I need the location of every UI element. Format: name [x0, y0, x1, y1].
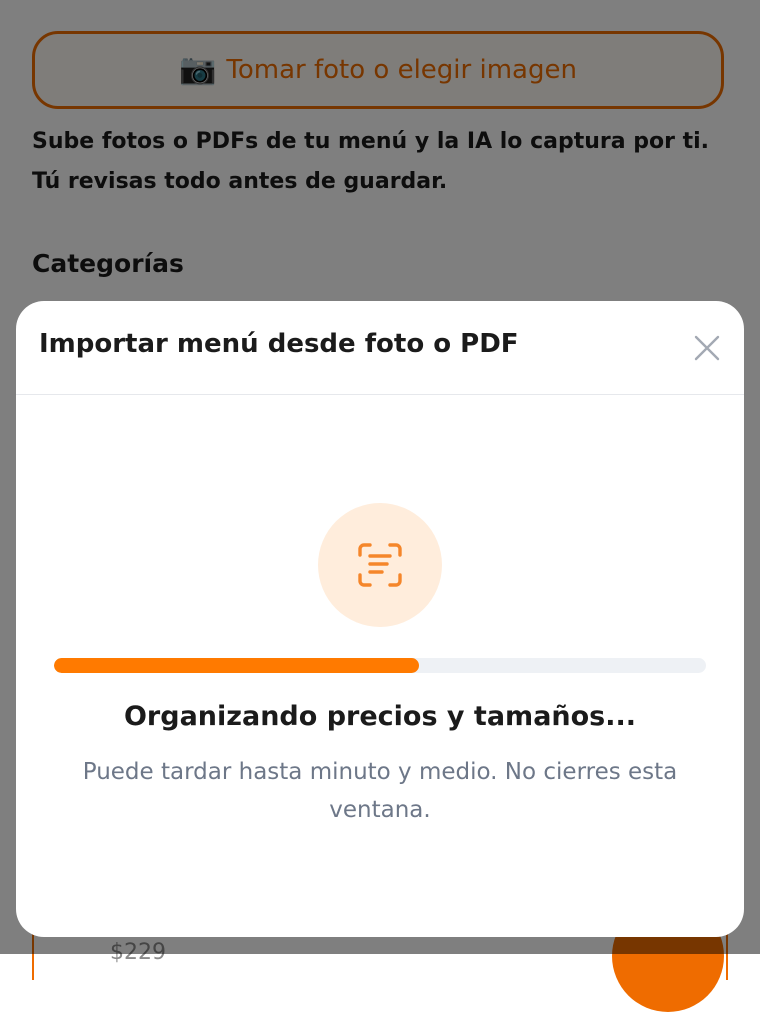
import-progress-fill — [54, 658, 420, 673]
scan-badge — [318, 503, 442, 627]
status-subtitle: Puede tardar hasta minuto y medio. No ci… — [82, 759, 678, 823]
status-title: Organizando precios y tamaños... — [123, 701, 637, 732]
modal-header: Importar menú desde foto o PDF — [16, 301, 744, 395]
import-menu-modal: Importar menú desde foto o PDF Organizan… — [16, 301, 744, 937]
document-scan-icon — [358, 543, 402, 587]
import-progress-bar — [54, 658, 706, 673]
close-icon[interactable] — [692, 333, 722, 363]
modal-title: Importar menú desde foto o PDF — [39, 329, 519, 359]
